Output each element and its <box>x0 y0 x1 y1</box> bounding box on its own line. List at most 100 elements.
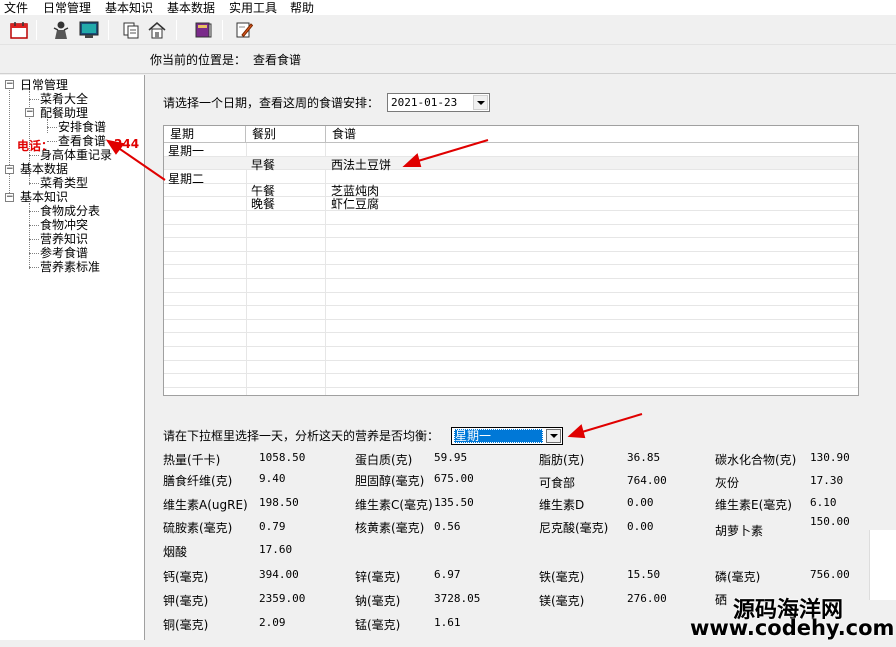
grid-cell-meal: 晚餐 <box>251 197 276 211</box>
nutrient-value: 764.00 <box>627 474 667 487</box>
person-icon[interactable] <box>50 19 72 41</box>
nutrient-label: 热量(千卡) <box>163 453 221 467</box>
menu-knowledge[interactable]: 基本知识 <box>105 0 153 16</box>
nutrient-value: 6.10 <box>810 496 837 509</box>
chevron-down-icon[interactable] <box>546 429 561 443</box>
table-row[interactable] <box>164 320 858 334</box>
tree-view[interactable]: 查看食谱 <box>58 134 106 148</box>
edit-icon[interactable] <box>233 19 255 41</box>
tree-nutrition-knowledge[interactable]: 营养知识 <box>40 232 88 246</box>
scrollbar[interactable] <box>869 530 896 600</box>
column-header-day[interactable]: 星期 <box>164 126 246 143</box>
book-icon[interactable] <box>192 19 214 41</box>
grid-header: 星期 餐别 食谱 <box>164 126 858 143</box>
nutrient-label: 碳水化合物(克) <box>715 453 797 467</box>
nutrient-value: 276.00 <box>627 592 667 605</box>
nutrient-value: 36.85 <box>627 451 661 464</box>
table-row[interactable] <box>164 279 858 293</box>
nutrient-label: 胆固醇(毫克) <box>355 474 425 488</box>
nutrient-label: 铁(毫克) <box>539 570 585 584</box>
tree-daily[interactable]: 日常管理 <box>20 78 68 92</box>
nutrient-label: 维生素D <box>539 498 585 512</box>
table-row[interactable] <box>164 238 858 252</box>
table-row[interactable] <box>164 306 858 320</box>
column-header-meal[interactable]: 餐别 <box>246 126 326 143</box>
nutrient-value: 756.00 <box>810 568 850 581</box>
collapse-toggle[interactable]: − <box>25 108 34 117</box>
tree-arrange[interactable]: 安排食谱 <box>58 120 106 134</box>
tree-food-composition[interactable]: 食物成分表 <box>40 204 100 218</box>
nutrient-label: 锰(毫克) <box>355 618 401 632</box>
nutrient-label: 硫胺素(毫克) <box>163 521 233 535</box>
date-prompt: 请选择一个日期，查看这周的食谱安排： <box>163 96 380 110</box>
nutrient-label: 钾(毫克) <box>163 594 209 608</box>
table-row[interactable] <box>164 211 858 225</box>
date-picker[interactable]: 2021-01-23 <box>387 93 490 112</box>
menu-data[interactable]: 基本数据 <box>167 0 215 16</box>
nutrient-label: 硒 <box>715 593 728 607</box>
tree-basic-data[interactable]: 基本数据 <box>20 162 68 176</box>
table-row[interactable] <box>164 252 858 266</box>
table-row[interactable] <box>164 333 858 347</box>
table-row[interactable] <box>164 293 858 307</box>
table-row[interactable] <box>164 347 858 361</box>
nutrient-label: 脂肪(克) <box>539 453 585 467</box>
nutrient-value: 150.00 <box>810 515 850 528</box>
tree-plan[interactable]: 配餐助理 <box>40 106 88 120</box>
day-select[interactable]: 星期一 <box>451 427 563 445</box>
collapse-toggle[interactable]: − <box>5 193 14 202</box>
table-row[interactable] <box>164 361 858 375</box>
tree-dish-types[interactable]: 菜肴类型 <box>40 176 88 190</box>
nutrient-value: 1058.50 <box>259 451 306 464</box>
grid-cell-meal: 早餐 <box>251 158 276 172</box>
table-row[interactable] <box>164 265 858 279</box>
nutrient-label: 维生素A(ugRE) <box>163 498 248 512</box>
home-icon[interactable] <box>146 19 168 41</box>
tree-nutrient-standard[interactable]: 营养素标准 <box>40 260 100 274</box>
menu-file[interactable]: 文件 <box>4 0 28 16</box>
tree-reference-recipes[interactable]: 参考食谱 <box>40 246 88 260</box>
nutrient-label: 锌(毫克) <box>355 570 401 584</box>
grid-cell-recipe: 西法土豆饼 <box>331 158 392 172</box>
table-row[interactable] <box>164 170 858 184</box>
nutrient-value: 15.50 <box>627 568 661 581</box>
location-label: 你当前的位置是： <box>150 53 247 67</box>
navigation-tree: − 日常管理 菜肴大全 − 配餐助理 安排食谱 查看食谱 身高体重记录 − 基本… <box>0 75 145 640</box>
nutrient-value: 17.30 <box>810 474 844 487</box>
nutrient-label: 磷(毫克) <box>715 570 761 584</box>
day-prompt: 请在下拉框里选择一天，分析这天的营养是否均衡： <box>163 429 440 443</box>
menu-help[interactable]: 帮助 <box>290 0 314 16</box>
nutrient-value: 59.95 <box>434 451 468 464</box>
nutrient-label: 灰份 <box>715 476 740 490</box>
chevron-down-icon[interactable] <box>473 95 488 110</box>
nutrient-label: 钠(毫克) <box>355 594 401 608</box>
collapse-toggle[interactable]: − <box>5 165 14 174</box>
menu-bar: 文件 日常管理 基本知识 基本数据 实用工具 帮助 <box>0 0 896 15</box>
copy-icon[interactable] <box>120 19 142 41</box>
calendar-icon[interactable] <box>8 19 30 41</box>
nutrient-value: 0.79 <box>259 520 286 533</box>
nutrient-value: 198.50 <box>259 496 299 509</box>
menu-tools[interactable]: 实用工具 <box>229 0 277 16</box>
tree-basic-knowledge[interactable]: 基本知识 <box>20 190 68 204</box>
menu-daily[interactable]: 日常管理 <box>43 0 91 16</box>
nutrient-value: 0.56 <box>434 520 461 533</box>
monitor-icon[interactable] <box>78 19 100 41</box>
nutrient-label: 烟酸 <box>163 545 188 559</box>
location-value: 查看食谱 <box>253 53 302 67</box>
column-header-recipe[interactable]: 食谱 <box>326 126 858 143</box>
nutrient-label: 维生素C(毫克) <box>355 498 433 512</box>
tree-dishes[interactable]: 菜肴大全 <box>40 92 88 106</box>
tree-food-conflict[interactable]: 食物冲突 <box>40 218 88 232</box>
phone-watermark: 电话： <box>17 139 54 153</box>
table-row[interactable] <box>164 374 858 388</box>
table-row[interactable] <box>164 143 858 157</box>
collapse-toggle[interactable]: − <box>5 80 14 89</box>
nutrient-value: 3728.05 <box>434 592 481 605</box>
nutrient-label: 维生素E(毫克) <box>715 498 792 512</box>
table-row[interactable] <box>164 225 858 239</box>
nutrient-label: 尼克酸(毫克) <box>539 521 609 535</box>
nutrient-value: 6.97 <box>434 568 461 581</box>
grid-cell-recipe: 虾仁豆腐 <box>331 197 380 211</box>
date-value: 2021-01-23 <box>391 96 458 109</box>
